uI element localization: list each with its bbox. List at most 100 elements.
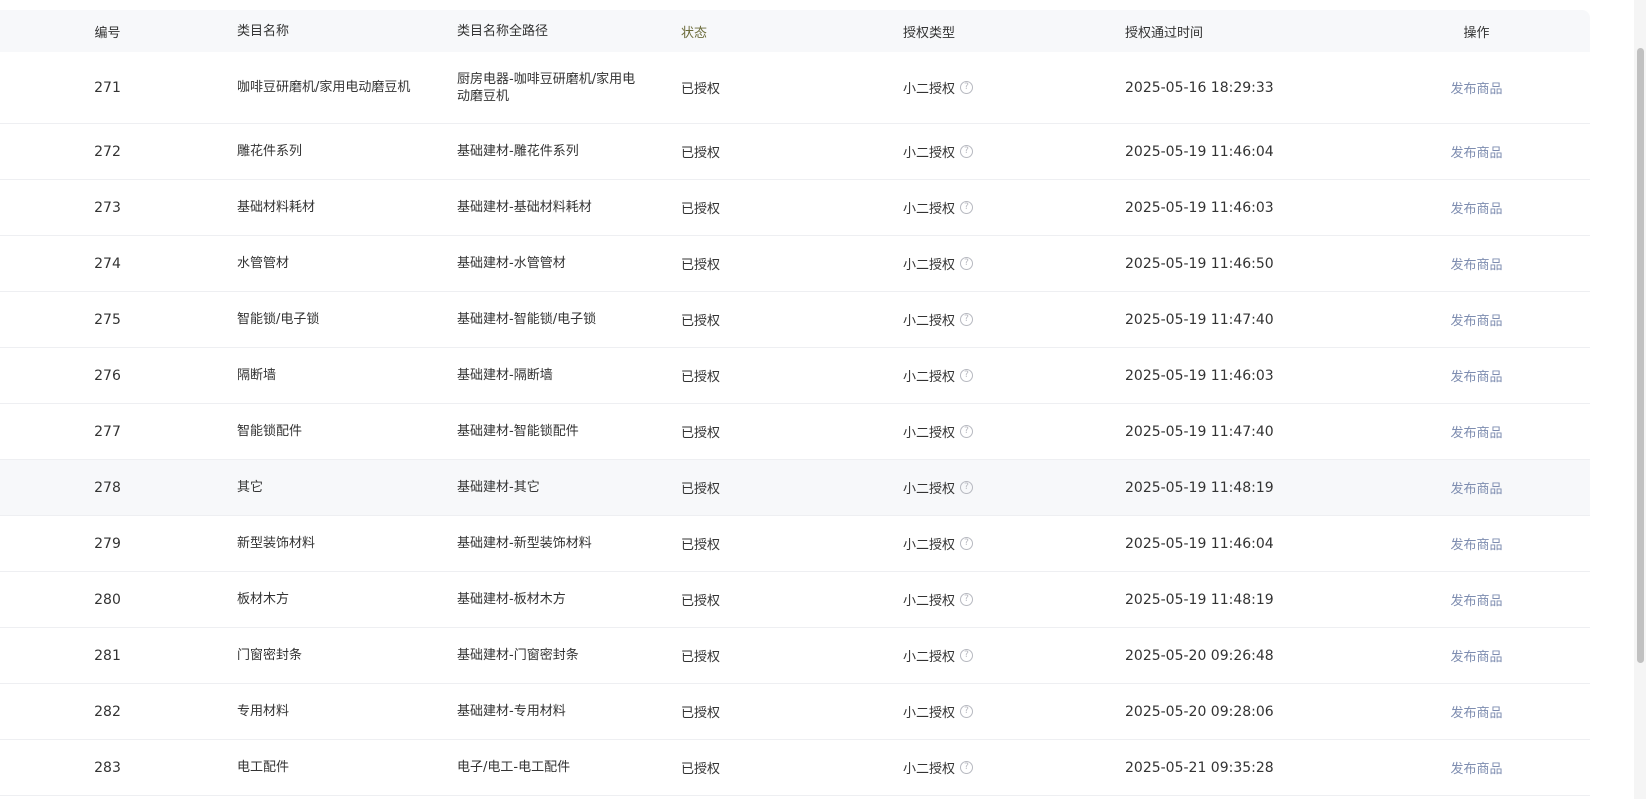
question-circle-icon[interactable]: ? [960, 537, 974, 550]
row-id: 282 [94, 703, 121, 720]
publish-product-link[interactable]: 发布商品 [1450, 370, 1502, 385]
row-id: 278 [94, 479, 121, 496]
auth-type-label: 小二授权 [903, 426, 956, 441]
cell-name: 智能锁/电子锁 [237, 312, 320, 327]
cell-name: 专用材料 [237, 704, 290, 719]
question-circle-icon[interactable]: ? [960, 81, 974, 94]
cell-auth-type: 小二授权? [881, 534, 1103, 553]
cell-action: 发布商品 [1363, 702, 1590, 721]
question-circle-icon[interactable]: ? [960, 649, 974, 662]
cell-auth-type: 小二授权? [881, 198, 1103, 217]
cell-action: 发布商品 [1363, 198, 1590, 217]
question-circle-icon[interactable]: ? [960, 369, 974, 382]
publish-product-link[interactable]: 发布商品 [1450, 82, 1502, 97]
cell-status: 已授权 [681, 82, 721, 97]
row-id: 274 [94, 255, 121, 272]
cell-auth-type: 小二授权? [881, 254, 1103, 273]
question-circle-icon[interactable]: ? [960, 481, 974, 494]
row-id: 272 [94, 143, 121, 160]
cell-auth-time: 2025-05-19 11:47:40 [1125, 423, 1274, 440]
publish-product-link[interactable]: 发布商品 [1450, 426, 1502, 441]
publish-product-link[interactable]: 发布商品 [1450, 258, 1502, 273]
cell-auth-time: 2025-05-19 11:47:40 [1125, 311, 1274, 328]
cell-auth-time: 2025-05-19 11:48:19 [1125, 591, 1274, 608]
header-path: 类目名称全路径 [457, 23, 549, 39]
header-id: 编号 [94, 25, 121, 41]
cell-status: 已授权 [681, 762, 721, 777]
table-row: 275 智能锁/电子锁 基础建材-智能锁/电子锁 已授权 小二授权? 2025-05-19… [0, 292, 1590, 348]
cell-id: 281 [0, 648, 215, 664]
cell-status: 已授权 [681, 706, 721, 721]
cell-status: 已授权 [681, 202, 721, 217]
publish-product-link[interactable]: 发布商品 [1450, 482, 1502, 497]
publish-product-link[interactable]: 发布商品 [1450, 706, 1502, 721]
header-auth-type: 授权类型 [903, 25, 956, 41]
cell-auth-type: 小二授权? [881, 142, 1103, 161]
publish-product-link[interactable]: 发布商品 [1450, 650, 1502, 665]
cell-path: 基础建材-水管管材 [457, 256, 566, 271]
table-row: 277 智能锁配件 基础建材-智能锁配件 已授权 小二授权? 2025-05-19 11:… [0, 404, 1590, 460]
table-row: 280 板材木方 基础建材-板材木方 已授权 小二授权? 2025-05-19 11:48… [0, 572, 1590, 628]
cell-auth-time: 2025-05-16 18:29:33 [1125, 79, 1274, 96]
header-auth-time: 授权通过时间 [1125, 25, 1204, 41]
question-circle-icon[interactable]: ? [960, 313, 974, 326]
cell-name: 门窗密封条 [237, 648, 303, 663]
cell-name: 隔断墙 [237, 368, 277, 383]
table-row: 281 门窗密封条 基础建材-门窗密封条 已授权 小二授权? 2025-05-20 09:… [0, 628, 1590, 684]
cell-path: 基础建材-雕花件系列 [457, 144, 579, 159]
question-circle-icon[interactable]: ? [960, 593, 974, 606]
cell-path: 基础建材-其它 [457, 480, 540, 495]
publish-product-link[interactable]: 发布商品 [1450, 762, 1502, 777]
publish-product-link[interactable]: 发布商品 [1450, 146, 1502, 161]
table-row: 274 水管管材 基础建材-水管管材 已授权 小二授权? 2025-05-19 11:46… [0, 236, 1590, 292]
auth-type-label: 小二授权 [903, 538, 956, 553]
cell-auth-type: 小二授权? [881, 366, 1103, 385]
header-action: 操作 [1463, 25, 1490, 41]
cell-action: 发布商品 [1363, 758, 1590, 777]
question-circle-icon[interactable]: ? [960, 201, 974, 214]
cell-auth-time: 2025-05-21 09:35:28 [1125, 759, 1274, 776]
table-row: 283 电工配件 电子/电工-电工配件 已授权 小二授权? 2025-05-21 09:3… [0, 740, 1590, 796]
cell-status: 已授权 [681, 594, 721, 609]
cell-auth-type: 小二授权? [881, 478, 1103, 497]
cell-name: 新型装饰材料 [237, 536, 316, 551]
vertical-scrollbar[interactable] [1634, 0, 1646, 799]
cell-status: 已授权 [681, 370, 721, 385]
cell-auth-time: 2025-05-19 11:48:19 [1125, 479, 1274, 496]
cell-id: 279 [0, 536, 215, 552]
auth-type-label: 小二授权 [903, 314, 956, 329]
cell-action: 发布商品 [1363, 78, 1590, 97]
cell-auth-type: 小二授权? [881, 702, 1103, 721]
publish-product-link[interactable]: 发布商品 [1450, 538, 1502, 553]
table-header: 编号 类目名称 类目名称全路径 状态 授权类型 授权通过时间 操作 [0, 10, 1590, 52]
cell-name: 基础材料耗材 [237, 200, 316, 215]
cell-status: 已授权 [681, 538, 721, 553]
publish-product-link[interactable]: 发布商品 [1450, 594, 1502, 609]
publish-product-link[interactable]: 发布商品 [1450, 314, 1502, 329]
auth-type-label: 小二授权 [903, 370, 956, 385]
cell-path: 基础建材-专用材料 [457, 704, 566, 719]
cell-auth-time: 2025-05-20 09:28:06 [1125, 703, 1274, 720]
cell-status: 已授权 [681, 258, 721, 273]
auth-type-label: 小二授权 [903, 146, 956, 161]
question-circle-icon[interactable]: ? [960, 257, 974, 270]
row-id: 281 [94, 647, 121, 664]
scrollbar-thumb[interactable] [1637, 48, 1644, 663]
cell-action: 发布商品 [1363, 478, 1590, 497]
auth-type-label: 小二授权 [903, 482, 956, 497]
table-row: 282 专用材料 基础建材-专用材料 已授权 小二授权? 2025-05-20 09:28… [0, 684, 1590, 740]
cell-id: 277 [0, 424, 215, 440]
cell-auth-type: 小二授权? [881, 310, 1103, 329]
question-circle-icon[interactable]: ? [960, 425, 974, 438]
table-row: 279 新型装饰材料 基础建材-新型装饰材料 已授权 小二授权? 2025-05-19 1… [0, 516, 1590, 572]
question-circle-icon[interactable]: ? [960, 145, 974, 158]
question-circle-icon[interactable]: ? [960, 705, 974, 718]
row-id: 279 [94, 535, 121, 552]
row-id: 275 [94, 311, 121, 328]
cell-id: 276 [0, 368, 215, 384]
row-id: 271 [94, 79, 121, 96]
question-circle-icon[interactable]: ? [960, 761, 974, 774]
category-auth-table: 编号 类目名称 类目名称全路径 状态 授权类型 授权通过时间 操作 271 咖啡豆… [0, 10, 1590, 796]
publish-product-link[interactable]: 发布商品 [1450, 202, 1502, 217]
cell-id: 283 [0, 760, 215, 776]
